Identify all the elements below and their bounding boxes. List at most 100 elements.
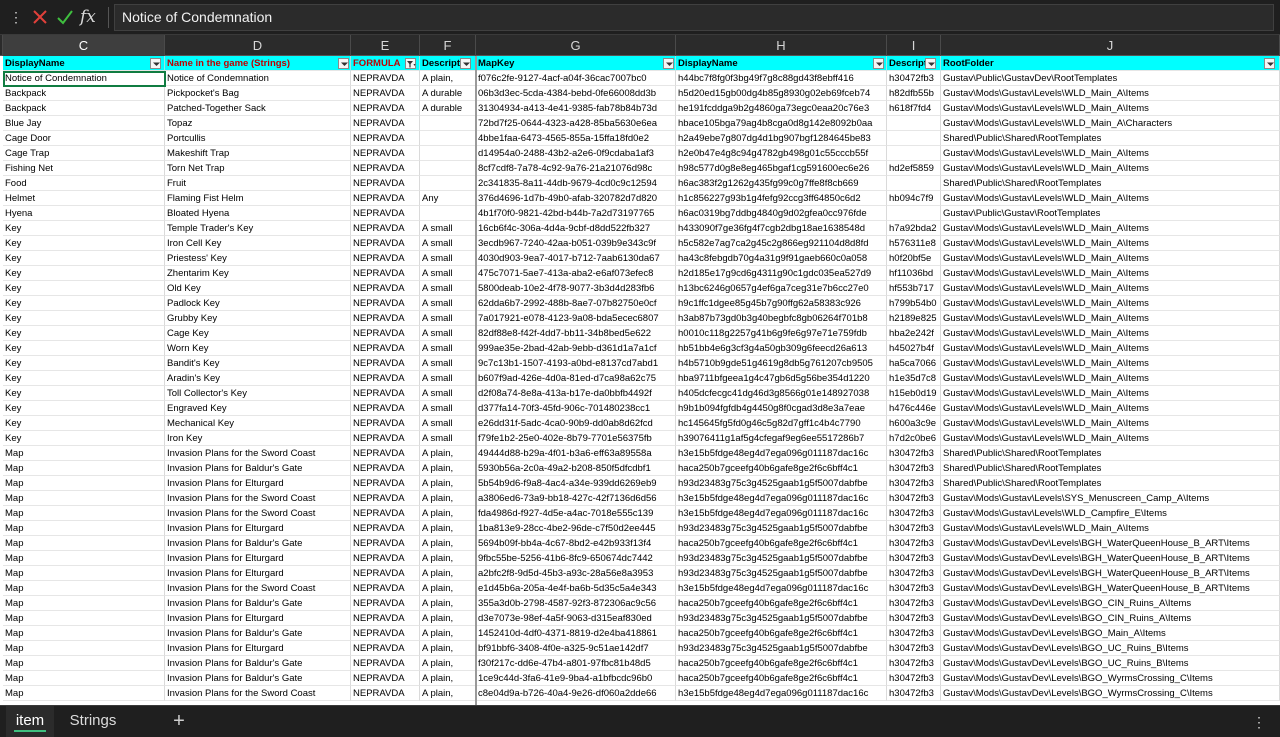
table-cell[interactable]: NEPRAVDA <box>351 251 420 266</box>
table-cell[interactable]: Map <box>3 551 165 566</box>
table-cell[interactable]: A small <box>420 281 476 296</box>
table-cell[interactable]: haca250b7gceefg40b6gafe8ge2f6c6bff4c1 <box>676 656 887 671</box>
table-cell[interactable]: Map <box>3 656 165 671</box>
table-cell[interactable]: Zhentarim Key <box>165 266 351 281</box>
table-cell[interactable]: Gustav\Mods\GustavDev\Levels\BGH_WaterQu… <box>941 581 1280 596</box>
table-cell[interactable]: 5800deab-10e2-4f78-9077-3b3d4d283fb6 <box>476 281 676 296</box>
table-cell[interactable]: Gustav\Mods\Gustav\Levels\WLD_Main_A\Ite… <box>941 266 1280 281</box>
table-cell[interactable]: h9c1ffc1dgee85g45b7g90ffg62a58383c926 <box>676 296 887 311</box>
table-cell[interactable]: Invasion Plans for Baldur's Gate <box>165 461 351 476</box>
table-cell[interactable]: NEPRAVDA <box>351 371 420 386</box>
table-cell[interactable]: NEPRAVDA <box>351 626 420 641</box>
table-cell[interactable]: Key <box>3 386 165 401</box>
table-cell[interactable]: Backpack <box>3 86 165 101</box>
table-cell[interactable]: h93d23483g75c3g4525gaab1g5f5007dabfbe <box>676 521 887 536</box>
table-cell[interactable]: Shared\Public\Shared\RootTemplates <box>941 461 1280 476</box>
table-cell[interactable]: 16cb6f4c-306a-4d4a-9cbf-d8dd522fb327 <box>476 221 676 236</box>
table-cell[interactable]: Key <box>3 281 165 296</box>
table-cell[interactable]: Map <box>3 521 165 536</box>
table-cell[interactable]: A plain, <box>420 491 476 506</box>
table-cell[interactable]: A plain, <box>420 641 476 656</box>
table-cell[interactable]: Invasion Plans for Elturgard <box>165 566 351 581</box>
table-cell[interactable]: Flaming Fist Helm <box>165 191 351 206</box>
table-cell[interactable]: A plain, <box>420 476 476 491</box>
table-cell[interactable]: Invasion Plans for Baldur's Gate <box>165 656 351 671</box>
table-cell[interactable]: A small <box>420 401 476 416</box>
table-cell[interactable]: h93d23483g75c3g4525gaab1g5f5007dabfbe <box>676 551 887 566</box>
table-cell[interactable]: Map <box>3 506 165 521</box>
table-cell[interactable]: h7d2c0be6 <box>887 431 941 446</box>
table-cell[interactable]: A plain, <box>420 446 476 461</box>
table-cell[interactable]: Key <box>3 236 165 251</box>
table-cell[interactable]: A durable <box>420 101 476 116</box>
table-cell[interactable]: A plain, <box>420 581 476 596</box>
table-cell[interactable]: Temple Trader's Key <box>165 221 351 236</box>
table-cell[interactable]: Key <box>3 251 165 266</box>
column-header-i[interactable]: I <box>887 35 941 56</box>
table-cell[interactable] <box>420 176 476 191</box>
table-cell[interactable]: A plain, <box>420 566 476 581</box>
table-cell[interactable]: haca250b7gceefg40b6gafe8ge2f6c6bff4c1 <box>676 461 887 476</box>
table-cell[interactable]: 31304934-a413-4e41-9385-fab78b84b73d <box>476 101 676 116</box>
enter-edit-button[interactable] <box>55 7 75 27</box>
table-cell[interactable]: NEPRAVDA <box>351 596 420 611</box>
table-cell[interactable]: NEPRAVDA <box>351 281 420 296</box>
formula-input[interactable]: Notice of Condemnation <box>114 4 1274 31</box>
table-cell[interactable]: NEPRAVDA <box>351 101 420 116</box>
table-cell[interactable]: 9fbc55be-5256-41b6-8fc9-650674dc7442 <box>476 551 676 566</box>
table-cell[interactable]: Invasion Plans for Elturgard <box>165 521 351 536</box>
table-cell[interactable]: hb51bb4e6g3cf3g4a50gb309g6feecd26a613 <box>676 341 887 356</box>
table-cell[interactable]: h39076411g1af5g4cfegaf9eg6ee5517286b7 <box>676 431 887 446</box>
table-cell[interactable]: h799b54b0 <box>887 296 941 311</box>
table-cell[interactable]: A plain, <box>420 551 476 566</box>
table-cell[interactable]: A plain, <box>420 626 476 641</box>
table-cell[interactable]: Grubby Key <box>165 311 351 326</box>
table-cell[interactable]: h30472fb3 <box>887 536 941 551</box>
table-cell[interactable]: Gustav\Mods\Gustav\Levels\SYS_Menuscreen… <box>941 491 1280 506</box>
table-cell[interactable]: Gustav\Mods\Gustav\Levels\WLD_Main_A\Ite… <box>941 401 1280 416</box>
table-cell[interactable]: h98c577d0g8e8eg465bgaf1cg591600ec6e26 <box>676 161 887 176</box>
table-cell[interactable]: h1c856227g93b1g4fefg92ccg3ff64850c6d2 <box>676 191 887 206</box>
table-cell[interactable]: hf11036bd <box>887 266 941 281</box>
table-cell[interactable]: Key <box>3 371 165 386</box>
table-cell[interactable]: h3e15b5fdge48eg4d7ega096g011187dac16c <box>676 686 887 701</box>
table-cell[interactable]: 376d4696-1d7b-49b0-afab-320782d7d820 <box>476 191 676 206</box>
table-cell[interactable]: Map <box>3 626 165 641</box>
table-cell[interactable]: 1ba813e9-28cc-4be2-96de-c7f50d2ee445 <box>476 521 676 536</box>
table-cell[interactable]: Topaz <box>165 116 351 131</box>
table-cell[interactable]: Any <box>420 191 476 206</box>
table-cell[interactable]: Map <box>3 491 165 506</box>
table-cell[interactable]: Notice of Condemnation <box>165 71 351 86</box>
table-cell[interactable]: h405dcfecgc41dg46d3g8566g01e148927038 <box>676 386 887 401</box>
table-cell[interactable]: h30472fb3 <box>887 566 941 581</box>
table-cell[interactable]: a3806ed6-73a9-bb18-427c-42f7136d6d56 <box>476 491 676 506</box>
table-cell[interactable]: A small <box>420 386 476 401</box>
table-cell[interactable]: Key <box>3 326 165 341</box>
table-cell[interactable]: Gustav\Mods\GustavDev\Levels\BGO_UC_Ruin… <box>941 641 1280 656</box>
table-cell[interactable]: h44bc7f8fg0f3bg49f7g8c88gd43f8ebff416 <box>676 71 887 86</box>
header-cell[interactable]: Name in the game (Strings) <box>165 56 351 71</box>
table-cell[interactable]: Map <box>3 581 165 596</box>
table-cell[interactable] <box>887 131 941 146</box>
table-cell[interactable]: h30472fb3 <box>887 551 941 566</box>
table-cell[interactable]: Key <box>3 356 165 371</box>
table-cell[interactable]: Backpack <box>3 101 165 116</box>
table-cell[interactable]: NEPRAVDA <box>351 506 420 521</box>
table-cell[interactable]: d14954a0-2488-43b2-a2e6-0f9cdaba1af3 <box>476 146 676 161</box>
table-cell[interactable]: Old Key <box>165 281 351 296</box>
filter-dropdown-button[interactable] <box>1264 58 1275 69</box>
table-cell[interactable]: hba2e242f <box>887 326 941 341</box>
table-cell[interactable]: Gustav\Mods\Gustav\Levels\WLD_Main_A\Ite… <box>941 311 1280 326</box>
table-cell[interactable]: Gustav\Mods\Gustav\Levels\WLD_Main_A\Ite… <box>941 431 1280 446</box>
table-cell[interactable]: Gustav\Public\Gustav\RootTemplates <box>941 206 1280 221</box>
table-cell[interactable]: Bloated Hyena <box>165 206 351 221</box>
table-cell[interactable]: NEPRAVDA <box>351 176 420 191</box>
table-cell[interactable]: hf553b717 <box>887 281 941 296</box>
table-cell[interactable]: 475c7071-5ae7-413a-aba2-e6af073efec8 <box>476 266 676 281</box>
table-cell[interactable]: NEPRAVDA <box>351 221 420 236</box>
table-cell[interactable]: NEPRAVDA <box>351 521 420 536</box>
table-cell[interactable]: Gustav\Mods\Gustav\Levels\WLD_Main_A\Ite… <box>941 416 1280 431</box>
table-cell[interactable]: NEPRAVDA <box>351 566 420 581</box>
table-cell[interactable]: 5694b09f-bb4a-4c67-8bd2-e42b933f13f4 <box>476 536 676 551</box>
table-cell[interactable]: A small <box>420 266 476 281</box>
